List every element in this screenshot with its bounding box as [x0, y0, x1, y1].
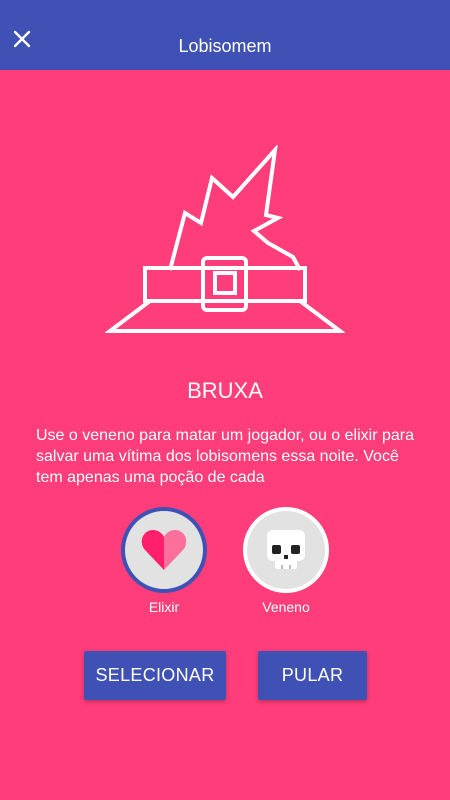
potion-label: Elixir [148, 599, 180, 615]
skull-icon [267, 530, 305, 569]
role-description: Use o veneno para matar um jogador, ou o… [36, 427, 414, 486]
heart-icon [141, 530, 187, 570]
page-title: Lobisomem [178, 36, 272, 56]
top-app-bar: Lobisomem [0, 0, 450, 70]
role-name: BRUXA [187, 378, 263, 403]
skip-button[interactable]: PULAR [258, 651, 367, 700]
elixir-button[interactable] [121, 507, 207, 593]
potion-label: Veneno [262, 599, 310, 615]
select-button[interactable]: SELECIONAR [84, 651, 226, 700]
witch-hat-icon [105, 145, 345, 333]
potion-elixir[interactable]: Elixir [121, 507, 207, 615]
veneno-button[interactable] [243, 507, 329, 593]
potion-veneno[interactable]: Veneno [243, 507, 329, 615]
